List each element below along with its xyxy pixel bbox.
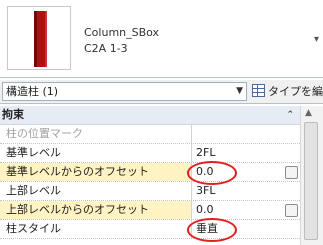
scrollbar-thumb[interactable] — [304, 122, 318, 240]
instance-filter-dropdown[interactable]: 構造柱 (1) ▼ — [2, 82, 247, 101]
type-name: C2A 1-3 — [84, 42, 128, 55]
property-row[interactable]: 柱スタイル 垂直 — [0, 220, 300, 239]
chevron-down-icon: ▼ — [236, 86, 243, 96]
property-name: 上部レベルからのオフセット — [0, 201, 192, 219]
family-name: Column_SBox — [84, 26, 160, 39]
chevron-down-icon[interactable]: ▾ — [314, 34, 319, 45]
annotation-circle — [187, 161, 237, 185]
collapse-icon[interactable]: ⌃ — [286, 106, 294, 124]
property-name: 柱の位置マーク — [0, 125, 192, 143]
property-row[interactable]: 柱の位置マーク — [0, 125, 300, 144]
edit-type-label: タイプを編集 — [268, 85, 323, 98]
property-name: 柱スタイル — [0, 220, 192, 238]
property-row[interactable]: 基準レベルからのオフセット 0.0 — [0, 163, 300, 182]
property-row[interactable]: 上部レベルからのオフセット 0.0 — [0, 201, 300, 220]
edit-type-icon — [252, 84, 265, 97]
instance-filter-value: 構造柱 (1) — [6, 85, 59, 98]
row-action-button[interactable] — [285, 204, 298, 217]
property-name: 基準レベル — [0, 144, 192, 162]
type-thumbnail — [7, 6, 71, 70]
property-name: 基準レベルからのオフセット — [0, 163, 192, 181]
properties-grid: 拘束 ⌃ 柱の位置マーク 基準レベル 2FL 基準レベルからのオフセット 0.0… — [0, 106, 300, 245]
property-value[interactable]: 2FL — [193, 144, 300, 162]
property-row[interactable]: 上部レベル 3FL — [0, 182, 300, 201]
property-name: 上部レベル — [0, 182, 192, 200]
annotation-circle — [187, 218, 237, 242]
row-action-button[interactable] — [285, 166, 298, 179]
property-row[interactable]: 基準レベル 2FL — [0, 144, 300, 163]
vertical-scrollbar[interactable]: ▲ — [300, 106, 323, 245]
red-column-icon — [34, 11, 47, 67]
scroll-up-icon[interactable]: ▲ — [305, 108, 312, 118]
edit-type-button[interactable]: タイプを編集 — [252, 82, 323, 101]
property-value[interactable]: 0.0 — [193, 201, 300, 219]
property-value — [193, 125, 300, 143]
group-header-constraints[interactable]: 拘束 ⌃ — [0, 106, 300, 125]
instance-selector-row: 構造柱 (1) ▼ タイプを編集 — [0, 80, 323, 104]
type-header: Column_SBox C2A 1-3 ▾ — [0, 0, 323, 78]
group-title: 拘束 — [2, 108, 24, 121]
